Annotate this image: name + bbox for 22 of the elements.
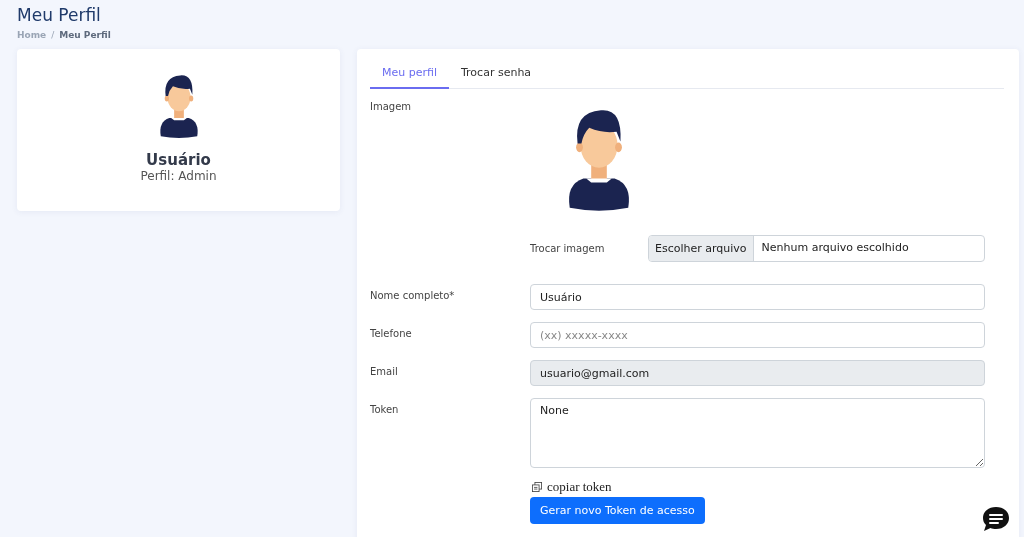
- input-field[interactable]: Usuário: [530, 284, 985, 310]
- tab[interactable]: Meu perfil: [370, 61, 449, 89]
- copy-token-link[interactable]: copiar token: [547, 479, 612, 495]
- input-field[interactable]: (xx) xxxxx-xxxx: [530, 322, 985, 348]
- tab[interactable]: Trocar senha: [449, 61, 544, 89]
- page-title: Meu Perfil: [17, 4, 102, 26]
- breadcrumb-item: Meu Perfil: [59, 30, 111, 40]
- field-label: Token: [370, 403, 400, 417]
- field-label: Trocar imagem: [530, 243, 606, 254]
- file-status: Nenhum arquivo escolhido: [760, 240, 910, 256]
- user-role: Perfil: Admin: [140, 169, 217, 183]
- copy-icon[interactable]: [532, 482, 542, 492]
- user-name: Usuário: [146, 151, 211, 169]
- field-label: Email: [370, 365, 399, 379]
- breadcrumb-separator: /: [51, 30, 55, 40]
- field-label: Imagem: [370, 100, 413, 114]
- generate-token-button[interactable]: Gerar novo Token de acesso: [530, 497, 705, 524]
- token-field[interactable]: None: [530, 398, 985, 468]
- field-label: Telefone: [370, 327, 413, 341]
- choose-file-button[interactable]: Escolher arquivo: [649, 236, 754, 261]
- field-label: Nome completo*: [370, 289, 456, 303]
- chat-icon[interactable]: [982, 505, 1010, 533]
